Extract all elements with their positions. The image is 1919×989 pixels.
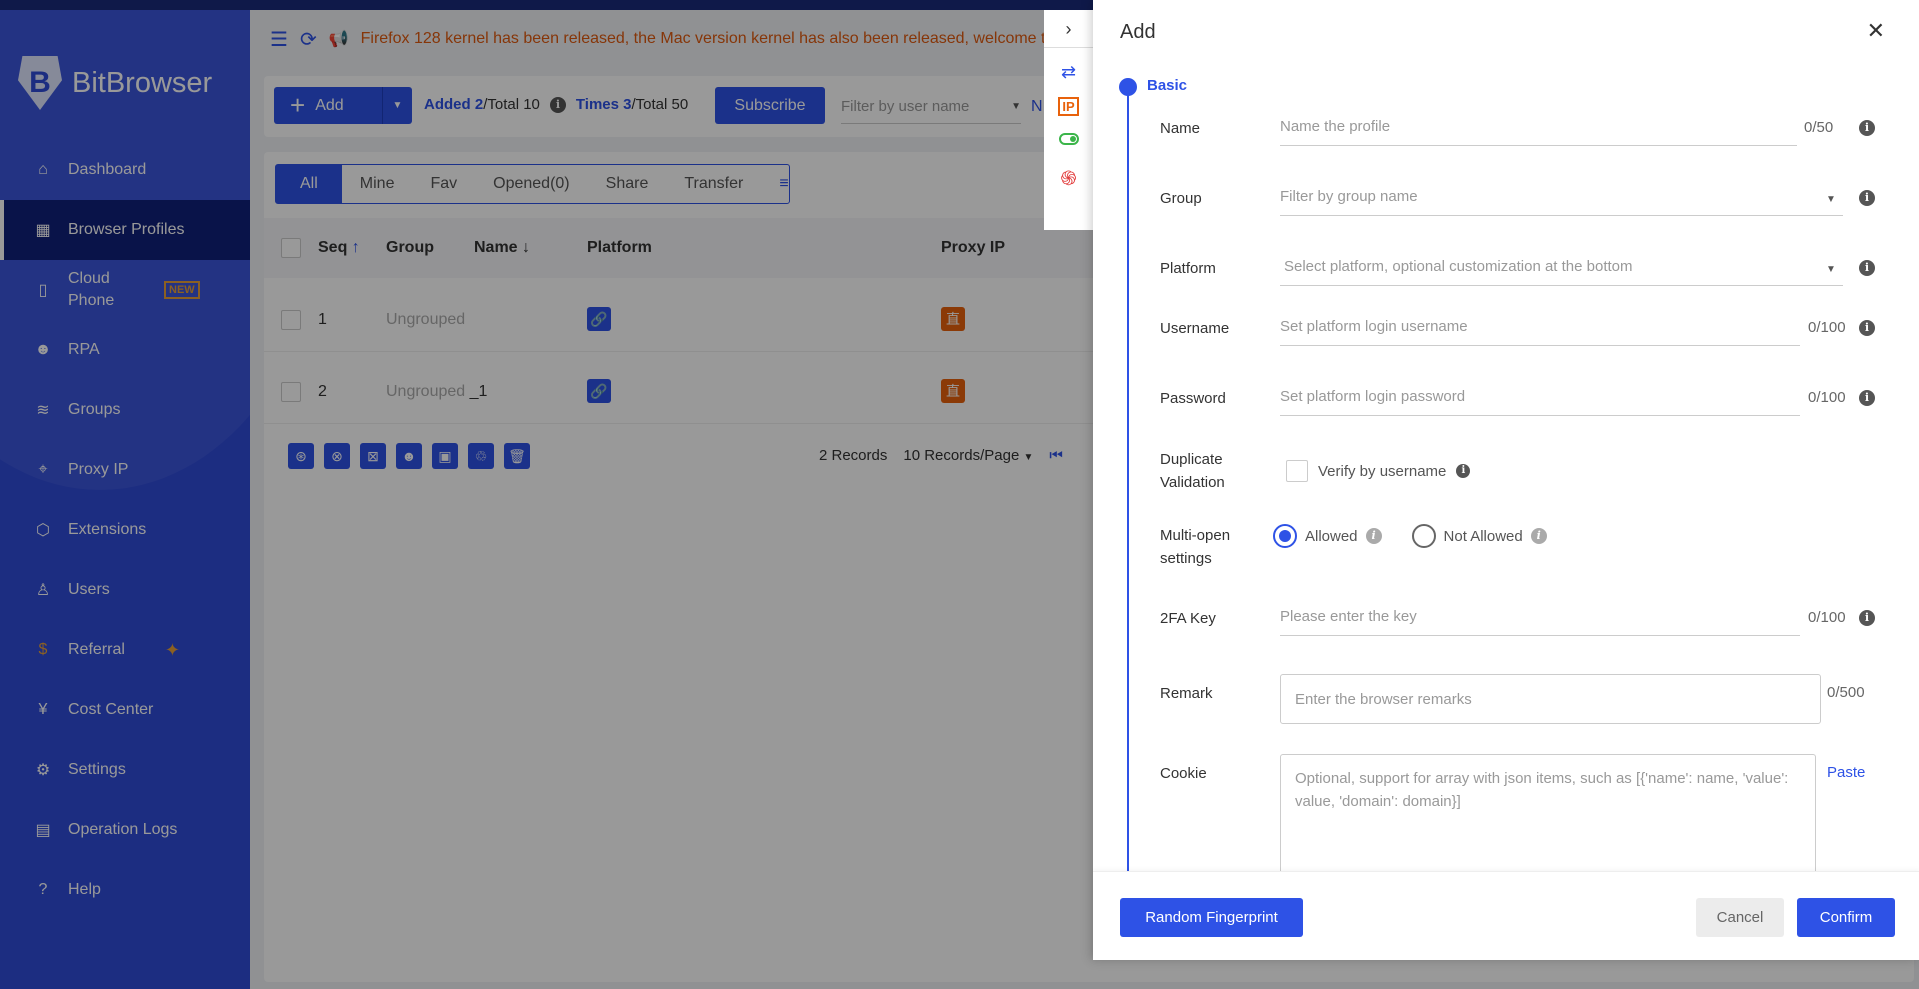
random-fingerprint-button[interactable]: Random Fingerprint	[1120, 898, 1303, 937]
info-icon[interactable]: i	[1859, 610, 1875, 626]
remark-label: Remark	[1160, 682, 1213, 705]
info-icon[interactable]: i	[1859, 190, 1875, 206]
chevron-down-icon[interactable]: ▼	[1826, 264, 1836, 275]
chevron-down-icon[interactable]: ▼	[1826, 194, 1836, 205]
twofa-label: 2FA Key	[1160, 607, 1216, 630]
cookie-label: Cookie	[1160, 762, 1207, 785]
info-icon[interactable]: i	[1859, 390, 1875, 406]
not-allowed-radio[interactable]	[1412, 524, 1436, 548]
floating-tool-panel: › ⇄ IP ֍	[1044, 10, 1093, 230]
password-input[interactable]: Set platform login password	[1280, 380, 1800, 416]
password-label: Password	[1160, 387, 1226, 410]
username-label: Username	[1160, 317, 1229, 340]
toggle-icon[interactable]	[1044, 132, 1093, 150]
remark-input[interactable]: Enter the browser remarks	[1280, 674, 1821, 724]
add-profile-drawer: Add ✕ Basic Name Name the profile 0/50 i…	[1093, 0, 1919, 960]
info-icon[interactable]: i	[1859, 260, 1875, 276]
platform-select[interactable]: Select platform, optional customization …	[1280, 250, 1843, 286]
info-icon[interactable]: i	[1456, 464, 1470, 478]
name-label: Name	[1160, 117, 1200, 140]
name-count: 0/50	[1804, 119, 1833, 136]
multiopen-label-2: settings	[1160, 547, 1230, 570]
verify-username-label[interactable]: Verify by username	[1318, 463, 1446, 480]
close-icon[interactable]: ✕	[1867, 18, 1885, 44]
username-count: 0/100	[1808, 319, 1846, 336]
platform-label: Platform	[1160, 257, 1216, 280]
twofa-count: 0/100	[1808, 609, 1846, 626]
fingerprint-icon[interactable]: ֍	[1044, 164, 1093, 191]
ip-monitor-icon[interactable]: IP	[1044, 99, 1093, 114]
cookie-textarea[interactable]: Optional, support for array with json it…	[1280, 754, 1816, 871]
group-select[interactable]: Filter by group name	[1280, 180, 1843, 216]
info-icon[interactable]: i	[1859, 320, 1875, 336]
sync-screen-icon[interactable]: ⇄	[1044, 62, 1093, 83]
group-label: Group	[1160, 187, 1202, 210]
cancel-button[interactable]: Cancel	[1696, 898, 1784, 937]
multiopen-label: Multi-open	[1160, 524, 1230, 547]
remark-count: 0/500	[1827, 684, 1865, 701]
confirm-button[interactable]: Confirm	[1797, 898, 1895, 937]
info-icon[interactable]: i	[1366, 528, 1382, 544]
section-basic: Basic	[1147, 77, 1187, 94]
duplicate-label: Duplicate	[1160, 448, 1225, 471]
verify-username-checkbox[interactable]	[1286, 460, 1308, 482]
twofa-input[interactable]: Please enter the key	[1280, 600, 1800, 636]
info-icon[interactable]: i	[1859, 120, 1875, 136]
allowed-label[interactable]: Allowed	[1305, 528, 1358, 545]
password-count: 0/100	[1808, 389, 1846, 406]
expand-chevron-icon[interactable]: ›	[1044, 10, 1093, 48]
username-input[interactable]: Set platform login username	[1280, 310, 1800, 346]
drawer-title: Add	[1120, 21, 1156, 44]
not-allowed-label[interactable]: Not Allowed	[1444, 528, 1523, 545]
info-icon[interactable]: i	[1531, 528, 1547, 544]
timeline-line	[1127, 90, 1129, 871]
duplicate-label-2: Validation	[1160, 471, 1225, 494]
allowed-radio[interactable]	[1273, 524, 1297, 548]
paste-link[interactable]: Paste	[1827, 764, 1865, 781]
name-input[interactable]: Name the profile	[1280, 110, 1797, 146]
drawer-footer: Random Fingerprint Cancel Confirm	[1093, 871, 1919, 960]
